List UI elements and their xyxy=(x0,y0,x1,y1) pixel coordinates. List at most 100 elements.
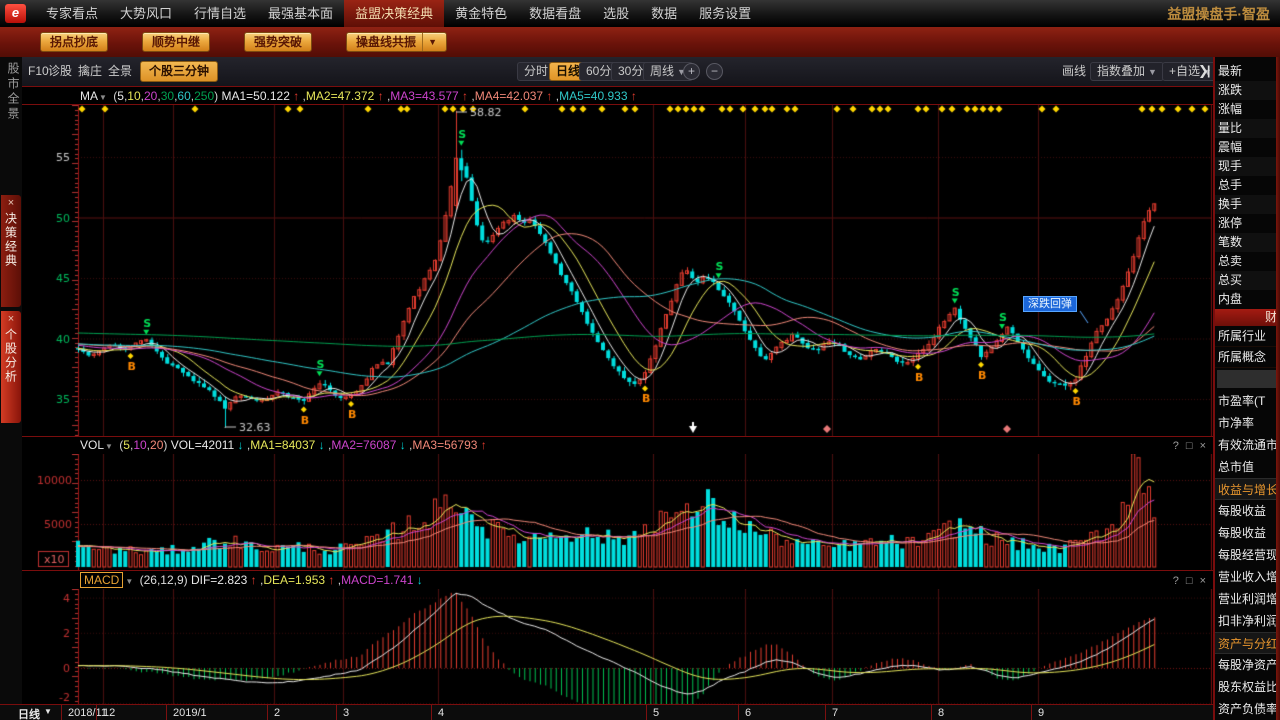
axis-date-label: 2 xyxy=(274,707,280,719)
axis-date-label: 7 xyxy=(832,707,838,719)
quote-row-总买[interactable]: 总买 xyxy=(1215,271,1280,290)
quote-row-现手[interactable]: 现手 xyxy=(1215,157,1280,176)
fin-row-市净率[interactable]: 市净率 xyxy=(1215,412,1280,434)
strategy-dropdown-label: 操盘线共振 xyxy=(356,33,416,51)
axis-tick xyxy=(96,705,97,720)
down-arrow-icon: ↓ xyxy=(413,573,422,587)
quote-row-涨跌[interactable]: 涨跌 xyxy=(1215,81,1280,100)
indicator-params: (26,12,9) xyxy=(136,573,191,587)
top-menu-item-行情自选[interactable]: 行情自选 xyxy=(183,0,257,27)
pane-icon-?[interactable]: ? xyxy=(1173,440,1179,452)
left-tab-个股分析[interactable]: ×个股分析 xyxy=(1,311,21,423)
strategy-button-顺势中继[interactable]: 顺势中继 xyxy=(142,32,210,52)
pane-icon-×[interactable]: × xyxy=(1200,440,1206,452)
top-menu-item-益盟决策经典[interactable]: 益盟决策经典 xyxy=(344,0,444,27)
fin-row-资产负债率[interactable]: 资产负债率 xyxy=(1215,698,1280,720)
collapse-panel-icon[interactable]: ❯| xyxy=(1198,63,1209,79)
toolbar-item-擒庄[interactable]: 擒庄 xyxy=(78,57,102,86)
toolbar-item-指数叠加[interactable]: 指数叠加▼ xyxy=(1090,62,1164,81)
volume-chart[interactable] xyxy=(22,454,1213,570)
panel-scrollbar[interactable] xyxy=(1276,57,1280,720)
quote-row-换手[interactable]: 换手 xyxy=(1215,195,1280,214)
left-tab-market-overview[interactable]: 股市全景 xyxy=(0,62,22,122)
axis-date-label: 6 xyxy=(745,707,751,719)
fin-row-市盈率(T[interactable]: 市盈率(T xyxy=(1215,390,1280,412)
indicator-value-MA1: MA1=50.122 xyxy=(221,89,289,103)
fin-row-有效流通市[interactable]: 有效流通市 xyxy=(1215,434,1280,456)
macd-chart[interactable] xyxy=(22,589,1213,704)
pane-icon-×[interactable]: × xyxy=(1200,575,1206,587)
separator: , xyxy=(299,89,306,103)
time-axis-bar: 日线 ▼ 2018/11122019/123456789 xyxy=(0,704,1213,720)
main-candlestick-chart[interactable] xyxy=(22,105,1213,436)
maheader-label[interactable]: MA xyxy=(80,89,98,103)
dropdown-arrow-icon[interactable]: ▼ xyxy=(125,577,133,586)
up-arrow-icon: ↑ xyxy=(374,89,383,103)
macdheader-label[interactable]: MACD xyxy=(80,572,123,588)
top-menu-item-服务设置[interactable]: 服务设置 xyxy=(688,0,762,27)
top-menu-item-大势风口[interactable]: 大势风口 xyxy=(109,0,183,27)
pane-icon-□[interactable]: □ xyxy=(1186,440,1193,452)
fin-row-扣非净利润[interactable]: 扣非净利润 xyxy=(1215,610,1280,632)
indicator-params: (5,10,20) xyxy=(116,438,171,452)
top-menu-item-黄金特色[interactable]: 黄金特色 xyxy=(444,0,518,27)
dropdown-arrow-icon[interactable]: ▼ xyxy=(422,33,437,51)
fin-row-每股收益[interactable]: 每股收益 xyxy=(1215,500,1280,522)
chevron-down-icon[interactable]: ▼ xyxy=(44,707,52,716)
indicator-value-MA3: MA3=43.577 xyxy=(390,89,458,103)
strategy-dropdown-操盘线共振[interactable]: 操盘线共振 ▼ xyxy=(346,32,447,52)
chart-toolbar: F10诊股擒庄全景个股三分钟分时日线60分30分周线▼+−画线指数叠加▼+自选▼… xyxy=(22,57,1213,87)
close-icon[interactable]: × xyxy=(8,198,14,209)
pane-icon-?[interactable]: ? xyxy=(1173,575,1179,587)
indicator-value-VOL: VOL=42011 xyxy=(171,438,235,452)
quote-row-笔数[interactable]: 笔数 xyxy=(1215,233,1280,252)
fin-row-营业利润增[interactable]: 营业利润增 xyxy=(1215,588,1280,610)
fin-row-营业收入增[interactable]: 营业收入增 xyxy=(1215,566,1280,588)
down-arrow-icon: ↓ xyxy=(234,438,243,452)
quote-row-最新[interactable]: 最新 xyxy=(1215,62,1280,81)
toolbar-item-诊股[interactable]: 诊股 xyxy=(48,57,72,86)
quote-row-总手[interactable]: 总手 xyxy=(1215,176,1280,195)
info-row-所属概念[interactable]: 所属概念 xyxy=(1215,347,1280,368)
top-menu: 专家看点大势风口行情自选最强基本面益盟决策经典黄金特色数据看盘选股数据服务设置 xyxy=(35,0,762,27)
quote-row-涨幅[interactable]: 涨幅 xyxy=(1215,100,1280,119)
top-menu-item-数据[interactable]: 数据 xyxy=(640,0,688,27)
toolbar-item-F10[interactable]: F10 xyxy=(28,57,49,86)
fin-row-总市值[interactable]: 总市值 xyxy=(1215,456,1280,478)
quote-row-震幅[interactable]: 震幅 xyxy=(1215,138,1280,157)
fin-row-每股经营现[interactable]: 每股经营现 xyxy=(1215,544,1280,566)
top-menu-item-专家看点[interactable]: 专家看点 xyxy=(35,0,109,27)
zoom-in-button[interactable]: + xyxy=(683,63,700,80)
zoom-out-button[interactable]: − xyxy=(706,63,723,80)
axis-date-label: 5 xyxy=(653,707,659,719)
toolbar-item-画线[interactable]: 画线 xyxy=(1062,57,1086,86)
strategy-button-强势突破[interactable]: 强势突破 xyxy=(244,32,312,52)
toolbar-item-+自选[interactable]: +自选▼ xyxy=(1162,62,1219,81)
axis-tick xyxy=(431,705,432,720)
fin-row-每股净资产[interactable]: 每股净资产 xyxy=(1215,654,1280,676)
app-logo-icon[interactable]: e xyxy=(5,4,26,23)
fin-row-股东权益比[interactable]: 股东权益比 xyxy=(1215,676,1280,698)
dropdown-arrow-icon[interactable]: ▼ xyxy=(99,93,107,102)
quote-row-量比[interactable]: 量比 xyxy=(1215,119,1280,138)
top-menu-item-选股[interactable]: 选股 xyxy=(592,0,640,27)
quote-row-涨停[interactable]: 涨停 xyxy=(1215,214,1280,233)
info-row-所属行业[interactable]: 所属行业 xyxy=(1215,326,1280,347)
top-menu-item-数据看盘[interactable]: 数据看盘 xyxy=(518,0,592,27)
close-icon[interactable]: × xyxy=(8,314,14,325)
volheader-label[interactable]: VOL xyxy=(80,438,104,452)
left-tab-决策经典[interactable]: ×决策经典 xyxy=(1,195,21,307)
axis-tick xyxy=(646,705,647,720)
chevron-down-icon[interactable]: ▼ xyxy=(1148,67,1157,77)
quote-row-总卖[interactable]: 总卖 xyxy=(1215,252,1280,271)
feature-button-个股三分钟[interactable]: 个股三分钟 xyxy=(140,61,218,82)
quote-side-panel: 最新涨跌涨幅量比震幅现手总手换手涨停笔数总卖总买内盘财所属行业所属概念市盈率(T… xyxy=(1213,57,1280,720)
pane-icon-□[interactable]: □ xyxy=(1186,575,1193,587)
dropdown-arrow-icon[interactable]: ▼ xyxy=(105,442,113,451)
toolbar-item-全景[interactable]: 全景 xyxy=(108,57,132,86)
strategy-button-拐点抄底[interactable]: 拐点抄底 xyxy=(40,32,108,52)
axis-period-label[interactable]: 日线 xyxy=(18,706,40,720)
top-menu-item-最强基本面[interactable]: 最强基本面 xyxy=(257,0,344,27)
fin-row-每股收益[interactable]: 每股收益 xyxy=(1215,522,1280,544)
quote-row-内盘[interactable]: 内盘 xyxy=(1215,290,1280,309)
